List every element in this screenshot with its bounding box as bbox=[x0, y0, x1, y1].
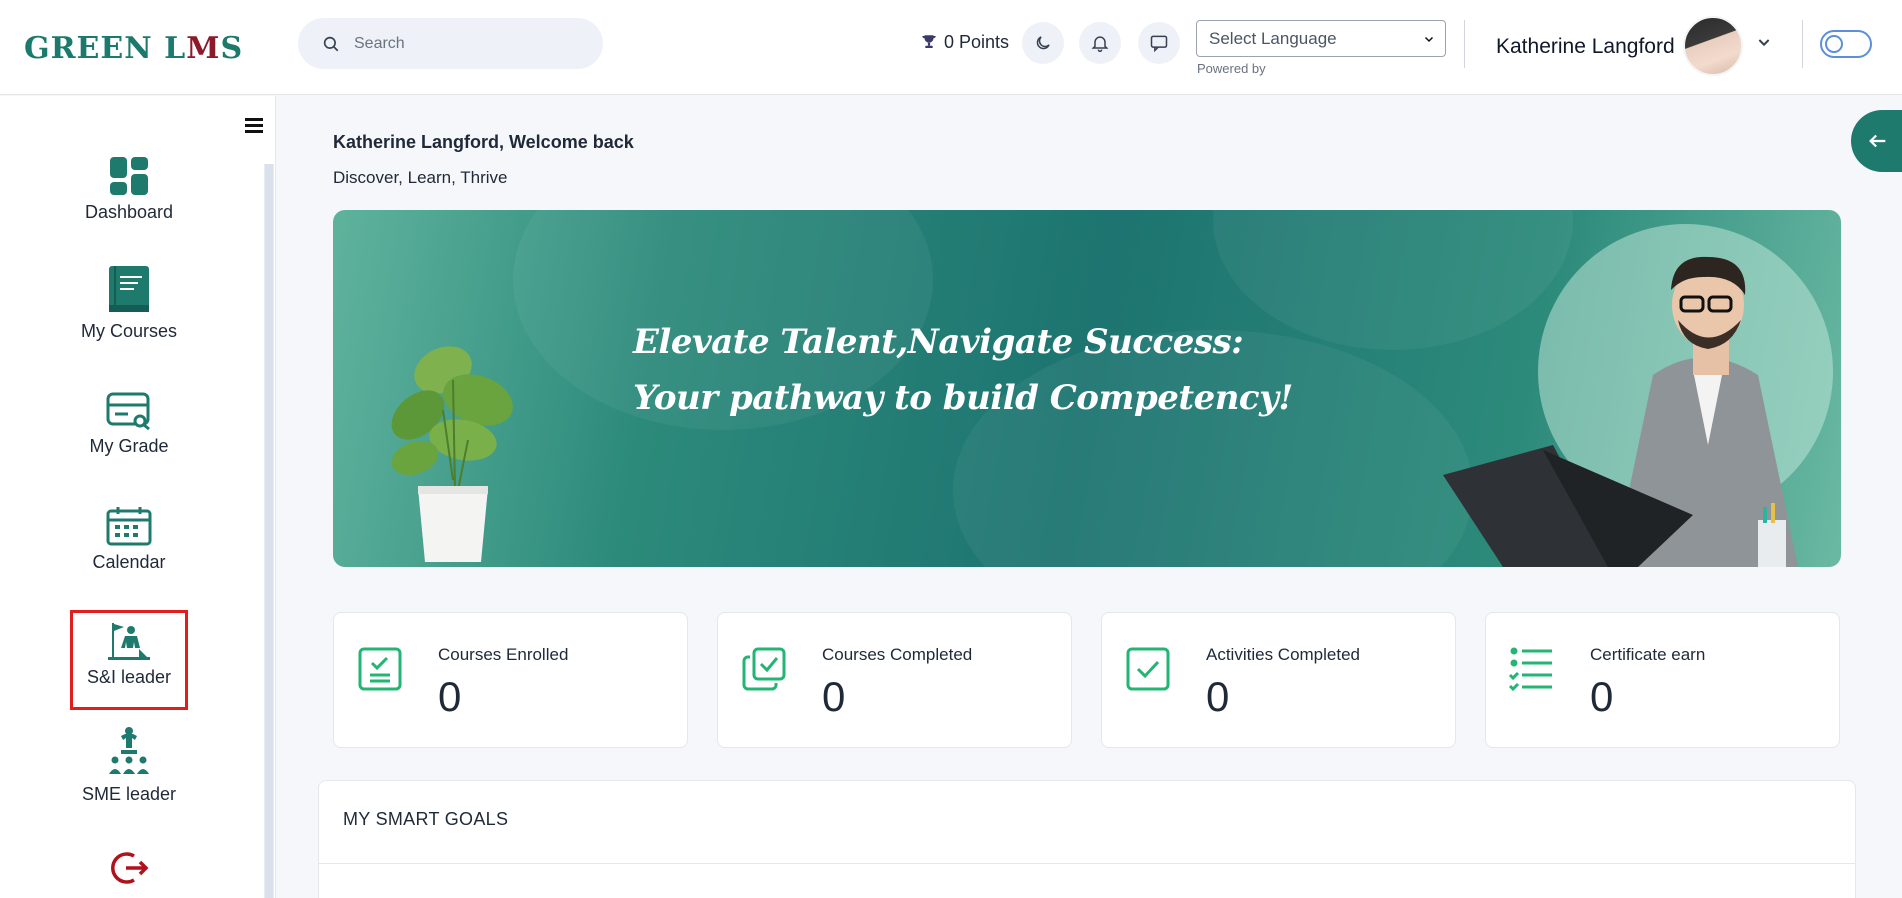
sidebar-item-label: SME leader bbox=[81, 784, 177, 804]
leader-flag-icon bbox=[108, 623, 150, 660]
scrollbar-thumb[interactable] bbox=[265, 164, 273, 898]
language-select-value: Select Language bbox=[1209, 28, 1337, 48]
sidebar-item-calendar[interactable]: Calendar bbox=[70, 506, 188, 573]
notifications-button[interactable] bbox=[1079, 22, 1121, 64]
sidebar: Dashboard My Courses My Grade Calendar S… bbox=[0, 96, 276, 898]
stats-row: Courses Enrolled 0 Courses Completed 0 A… bbox=[333, 612, 1841, 748]
sidebar-scrollbar[interactable] bbox=[264, 164, 274, 898]
stat-title: Courses Completed bbox=[822, 645, 973, 664]
clipboard-check-icon bbox=[358, 647, 402, 691]
sidebar-item-my-courses[interactable]: My Courses bbox=[70, 265, 188, 342]
banner-headline: Elevate Talent,Navigate Success: Your pa… bbox=[633, 314, 1293, 426]
logout-icon[interactable] bbox=[110, 848, 150, 888]
dark-mode-button[interactable] bbox=[1022, 22, 1064, 64]
search-bar[interactable] bbox=[298, 18, 603, 69]
hero-banner: Elevate Talent,Navigate Success: Your pa… bbox=[333, 210, 1841, 567]
stat-card-activities-completed[interactable]: Activities Completed 0 bbox=[1101, 612, 1456, 748]
messages-button[interactable] bbox=[1138, 22, 1180, 64]
sidebar-item-si-leader[interactable]: S&I leader bbox=[70, 610, 188, 710]
header-divider bbox=[1464, 20, 1465, 68]
sidebar-item-label: S&I leader bbox=[86, 667, 172, 687]
points-label: 0 Points bbox=[944, 31, 1010, 52]
welcome-heading: Katherine Langford, Welcome back bbox=[333, 132, 634, 152]
toggle-knob bbox=[1825, 35, 1843, 53]
banner-line-2: Your pathway to build Competency! bbox=[633, 378, 1293, 418]
stat-card-courses-enrolled[interactable]: Courses Enrolled 0 bbox=[333, 612, 688, 748]
dashboard-grid-icon bbox=[110, 157, 148, 195]
smart-goals-panel: MY SMART GOALS bbox=[318, 780, 1856, 898]
divider bbox=[319, 863, 1855, 864]
sidebar-item-dashboard[interactable]: Dashboard bbox=[70, 156, 188, 223]
points-display[interactable]: 0 Points bbox=[920, 30, 1009, 54]
calendar-icon bbox=[106, 507, 152, 546]
sidebar-item-label: My Grade bbox=[89, 436, 169, 456]
hamburger-menu-icon[interactable] bbox=[244, 116, 264, 134]
bell-icon bbox=[1091, 36, 1109, 53]
sidebar-item-label: Dashboard bbox=[84, 202, 174, 222]
green-lms-logo[interactable]: GREEN LMS bbox=[24, 28, 243, 68]
book-icon bbox=[109, 266, 149, 312]
banner-line-1: Elevate Talent,Navigate Success: bbox=[633, 322, 1244, 362]
sme-group-icon bbox=[109, 727, 149, 774]
user-menu-chevron-icon[interactable] bbox=[1756, 34, 1772, 50]
businessman-laptop-image bbox=[1443, 256, 1798, 567]
stat-card-courses-completed[interactable]: Courses Completed 0 bbox=[717, 612, 1072, 748]
grade-card-icon bbox=[106, 392, 150, 430]
language-select[interactable]: Select Language bbox=[1196, 20, 1446, 57]
main-content: Katherine Langford, Welcome back Discove… bbox=[277, 96, 1902, 898]
search-input[interactable] bbox=[354, 34, 574, 53]
moon-icon bbox=[1036, 36, 1050, 50]
sidebar-item-label: Calendar bbox=[92, 552, 166, 572]
checklist-icon bbox=[1508, 647, 1552, 692]
chat-icon bbox=[1150, 35, 1168, 53]
trophy-icon bbox=[922, 35, 936, 48]
stat-value: 0 bbox=[438, 673, 462, 720]
checkbox-icon bbox=[1126, 647, 1170, 691]
top-header: GREEN LMS 0 Points Select Language Power… bbox=[0, 0, 1902, 95]
search-icon bbox=[323, 36, 339, 51]
chevron-down-icon bbox=[1424, 36, 1434, 42]
stat-title: Certificate earn bbox=[1590, 645, 1706, 664]
stacked-check-icon bbox=[742, 647, 786, 691]
stat-title: Activities Completed bbox=[1206, 645, 1361, 664]
smart-goals-title: MY SMART GOALS bbox=[343, 809, 509, 829]
potted-plant-image bbox=[391, 346, 513, 562]
user-name[interactable]: Katherine Langford bbox=[1496, 35, 1675, 59]
sidebar-item-my-grade[interactable]: My Grade bbox=[70, 392, 188, 457]
stat-value: 0 bbox=[822, 673, 846, 720]
sidebar-item-label: My Courses bbox=[80, 321, 178, 341]
theme-toggle[interactable] bbox=[1820, 30, 1872, 58]
stat-value: 0 bbox=[1590, 673, 1614, 720]
stat-value: 0 bbox=[1206, 673, 1230, 720]
powered-by-label: Powered by bbox=[1197, 61, 1266, 76]
tagline: Discover, Learn, Thrive bbox=[333, 168, 508, 187]
arrow-left-icon bbox=[1869, 134, 1886, 148]
stat-card-certificate-earn[interactable]: Certificate earn 0 bbox=[1485, 612, 1840, 748]
stat-title: Courses Enrolled bbox=[438, 645, 569, 664]
header-divider bbox=[1802, 20, 1803, 68]
avatar[interactable] bbox=[1683, 16, 1743, 76]
sidebar-item-sme-leader[interactable]: SME leader bbox=[70, 726, 188, 805]
